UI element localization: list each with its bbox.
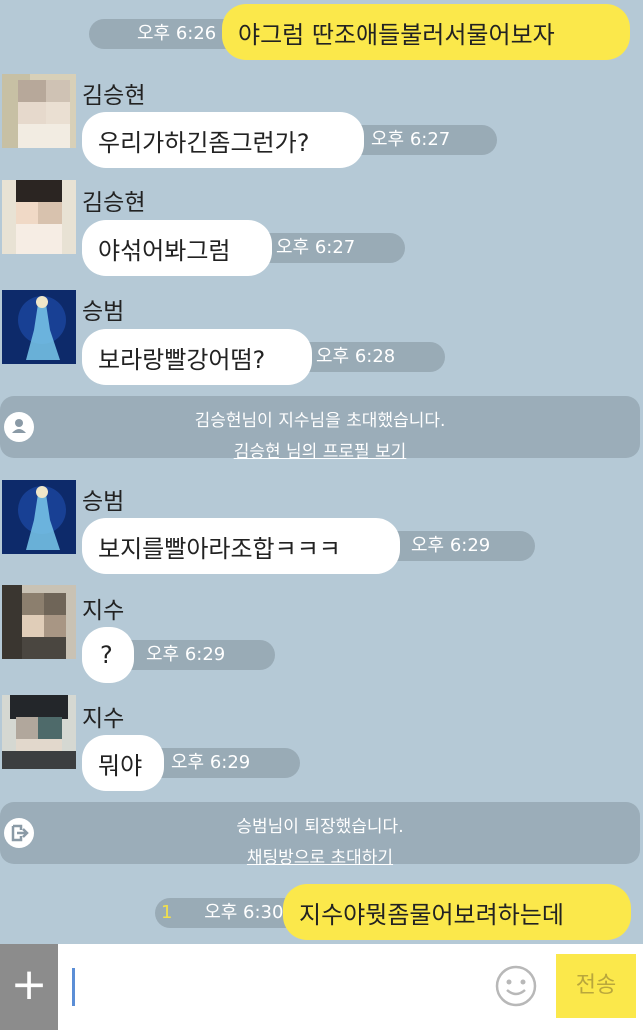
their-message-bubble[interactable]: 보지를빨아라조합ㅋㅋㅋ [82, 518, 400, 574]
emoticon-button[interactable] [494, 964, 538, 1008]
timestamp: 오후 6:27 [276, 237, 356, 258]
timestamp: 오후 6:29 [411, 535, 491, 556]
sender-name: 김승현 [82, 83, 146, 109]
their-message-bubble[interactable]: 우리가하긴좀그런가? [82, 112, 364, 168]
system-text: 김승현님이 지수님을 초대했습니다. [194, 411, 446, 431]
timestamp: 오후 6:27 [371, 129, 451, 150]
my-message-bubble[interactable]: 야그럼 딴조애들불러서물어보자 [222, 4, 630, 60]
message-text: 뭐야 [98, 751, 143, 780]
unread-count: 1 [161, 902, 173, 923]
timestamp: 오후 6:30 [204, 902, 284, 923]
sender-name: 승범 [82, 489, 125, 515]
timestamp: 오후 6:28 [316, 346, 396, 367]
send-button[interactable]: 전송 [556, 954, 636, 1018]
avatar[interactable] [2, 290, 76, 364]
avatar[interactable] [2, 480, 76, 554]
message-input[interactable] [66, 954, 486, 1020]
plus-button[interactable]: + [0, 944, 58, 1030]
sender-name: 지수 [82, 598, 125, 624]
sender-name: 지수 [82, 706, 125, 732]
avatar[interactable] [2, 695, 76, 769]
text-cursor [72, 968, 75, 1006]
timestamp: 오후 6:29 [146, 644, 226, 665]
message-text: ? [100, 641, 113, 669]
their-message-bubble[interactable]: 뭐야 [82, 735, 164, 791]
message-text: 보라랑빨강어떰? [98, 345, 266, 374]
timestamp-pill: 오후 6:26 [89, 19, 239, 49]
message-text: 지수야뭣좀물어보려하는데 [299, 900, 564, 929]
their-message-bubble[interactable]: 야섞어봐그럼 [82, 220, 272, 276]
system-notice: 김승현님이 지수님을 초대했습니다. 김승현 님의 프로필 보기 [0, 396, 640, 462]
timestamp-pill: 오후 6:29 [110, 640, 275, 670]
timestamp: 오후 6:29 [171, 752, 251, 773]
profile-link[interactable]: 김승현 님의 프로필 보기 [0, 437, 640, 462]
system-text: 승범님이 퇴장했습니다. [236, 817, 404, 837]
their-message-bubble[interactable]: 보라랑빨강어떰? [82, 329, 312, 385]
send-label: 전송 [575, 973, 617, 998]
message-text: 보지를빨아라조합ㅋㅋㅋ [98, 534, 341, 563]
avatar[interactable] [2, 74, 76, 148]
message-text: 야그럼 딴조애들불러서물어보자 [238, 20, 555, 49]
their-message-bubble[interactable]: ? [82, 627, 134, 683]
system-notice: 승범님이 퇴장했습니다. 채팅방으로 초대하기 [0, 802, 640, 868]
user-icon [4, 412, 34, 442]
input-bar: + 전송 [0, 944, 643, 1030]
avatar[interactable] [2, 180, 76, 254]
avatar[interactable] [2, 585, 76, 659]
sender-name: 김승현 [82, 190, 146, 216]
smiley-icon [495, 965, 537, 1007]
invite-link[interactable]: 채팅방으로 초대하기 [0, 843, 640, 868]
timestamp: 오후 6:26 [137, 23, 217, 44]
message-text: 야섞어봐그럼 [98, 236, 231, 265]
message-text: 우리가하긴좀그런가? [98, 128, 310, 157]
my-message-bubble[interactable]: 지수야뭣좀물어보려하는데 [283, 884, 631, 940]
exit-icon [4, 818, 34, 848]
plus-icon: + [10, 959, 48, 1010]
sender-name: 승범 [82, 299, 125, 325]
